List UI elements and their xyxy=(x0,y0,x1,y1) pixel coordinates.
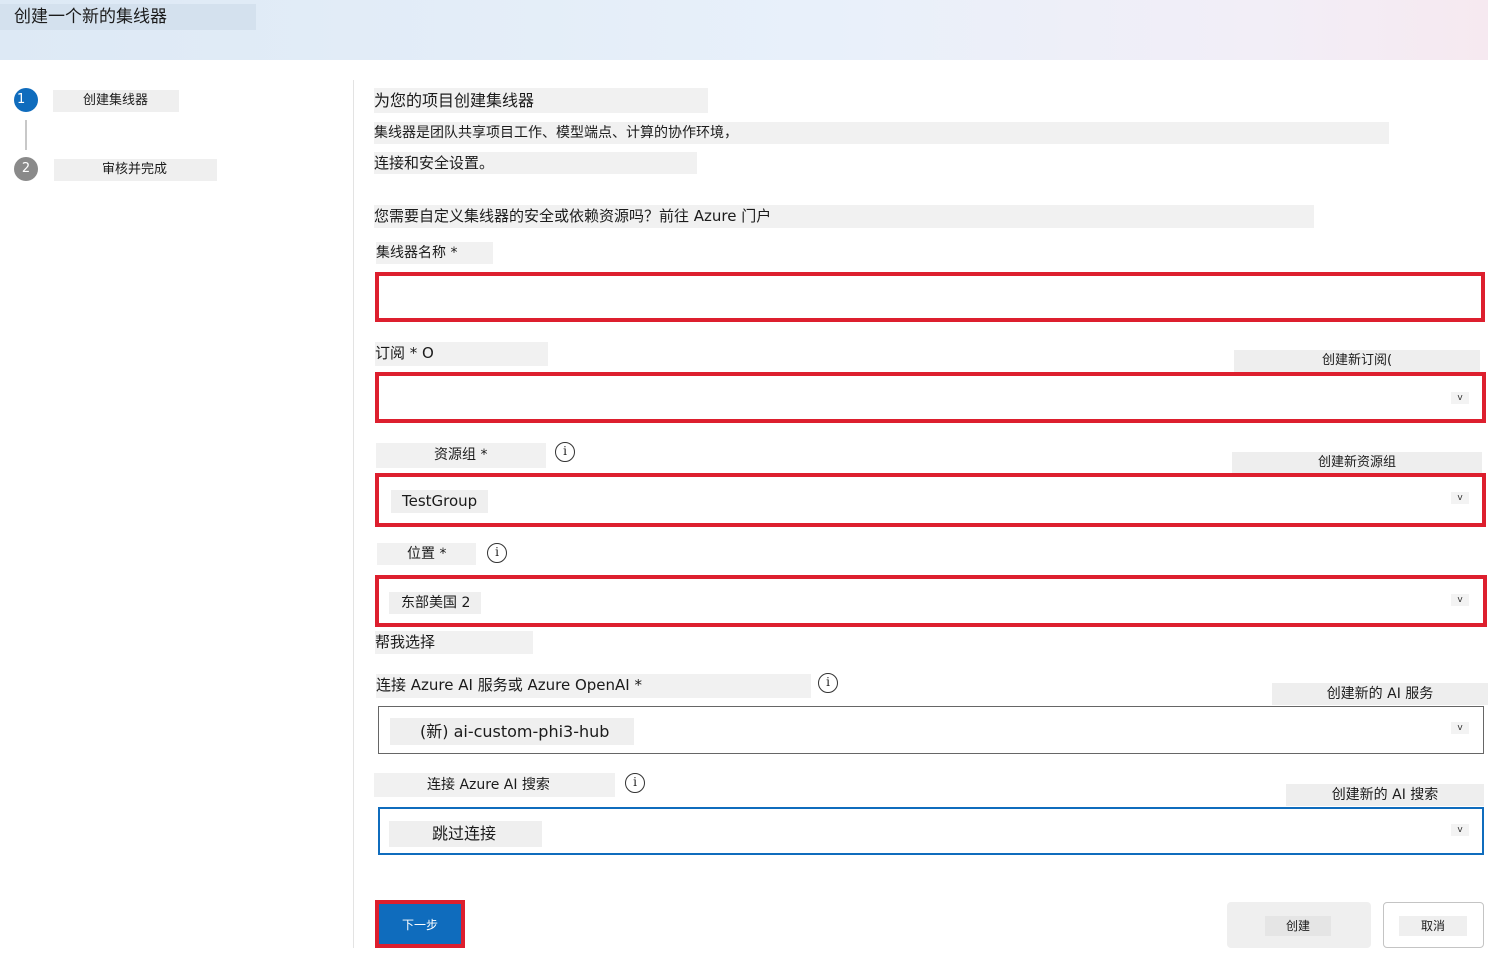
hub-name-label: 集线器名称 * xyxy=(376,242,493,264)
page-title: 创建一个新的集线器 xyxy=(0,4,256,30)
create-subscription-link[interactable]: 创建新订阅( xyxy=(1234,350,1480,372)
subscription-dropdown[interactable] xyxy=(375,372,1486,423)
create-button-label: 创建 xyxy=(1265,916,1331,936)
azure-portal-link[interactable]: 您需要自定义集线器的安全或依赖资源吗？前往 Azure 门户 xyxy=(374,205,1314,228)
resource-group-label: 资源组 * xyxy=(376,443,546,468)
panel-divider xyxy=(353,80,354,948)
location-value: 东部美国 2 xyxy=(389,592,481,614)
resource-group-dropdown[interactable] xyxy=(375,473,1486,527)
step-2-indicator: 2 xyxy=(14,157,38,181)
step-1-label[interactable]: 创建集线器 xyxy=(53,90,179,112)
description-line-2: 连接和安全设置。 xyxy=(374,152,697,174)
help-me-choose-link[interactable]: 帮我选择 xyxy=(375,631,533,654)
chevron-down-icon: v xyxy=(1451,492,1469,504)
location-dropdown[interactable] xyxy=(375,575,1487,627)
create-ai-service-link[interactable]: 创建新的 AI 服务 xyxy=(1272,683,1488,705)
chevron-down-icon: v xyxy=(1451,392,1469,404)
create-resource-group-link[interactable]: 创建新资源组 xyxy=(1232,452,1482,473)
ai-service-label: 连接 Azure AI 服务或 Azure OpenAI * xyxy=(376,674,811,698)
ai-service-value: (新) ai-custom-phi3-hub xyxy=(390,718,634,745)
step-1-indicator: 1 xyxy=(14,88,38,112)
cancel-button[interactable]: 取消 xyxy=(1383,902,1484,948)
info-icon[interactable]: i xyxy=(555,442,575,462)
cancel-button-label: 取消 xyxy=(1399,916,1467,936)
resource-group-value: TestGroup xyxy=(391,490,488,513)
location-label: 位置 * xyxy=(377,543,476,565)
next-button-label: 下一步 xyxy=(401,917,438,932)
section-heading: 为您的项目创建集线器 xyxy=(374,88,708,113)
step-2-label[interactable]: 审核并完成 xyxy=(54,159,217,181)
chevron-down-icon: v xyxy=(1451,824,1469,836)
info-icon[interactable]: i xyxy=(625,773,645,793)
chevron-down-icon: v xyxy=(1451,722,1469,734)
step-connector xyxy=(25,120,27,150)
ai-search-label: 连接 Azure AI 搜索 xyxy=(374,773,615,797)
info-icon[interactable]: i xyxy=(487,543,507,563)
ai-search-dropdown[interactable] xyxy=(378,807,1484,855)
create-ai-search-link[interactable]: 创建新的 AI 搜索 xyxy=(1286,784,1484,806)
chevron-down-icon: v xyxy=(1451,594,1469,606)
hub-name-input[interactable] xyxy=(375,272,1485,322)
subscription-label: 订阅 * O xyxy=(375,342,548,366)
create-button[interactable]: 创建 xyxy=(1227,902,1371,948)
ai-search-value: 跳过连接 xyxy=(389,821,542,847)
description-line-1: 集线器是团队共享项目工作、模型端点、计算的协作环境， xyxy=(374,122,1389,144)
next-button[interactable]: 下一步 xyxy=(375,900,465,948)
info-icon[interactable]: i xyxy=(818,673,838,693)
